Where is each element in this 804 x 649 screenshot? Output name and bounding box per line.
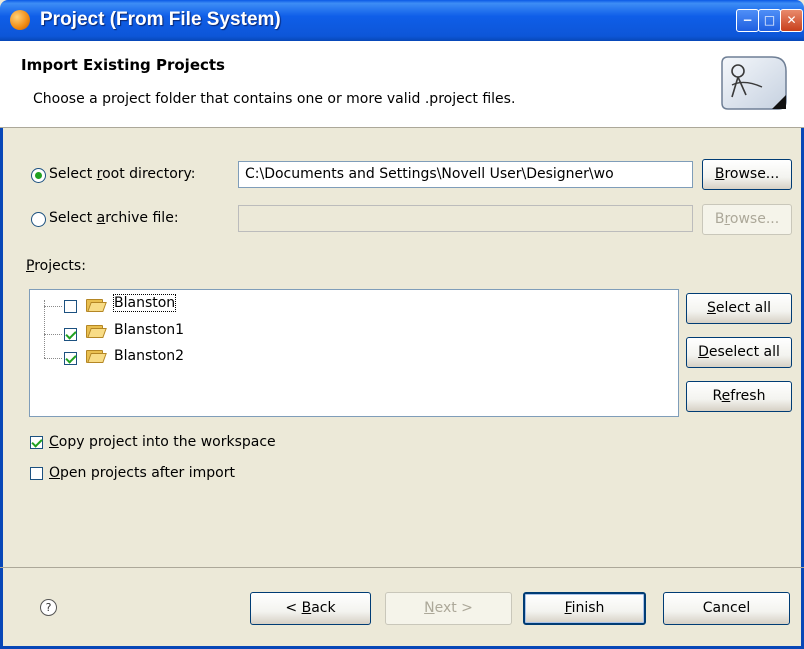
- deselect-all-button[interactable]: Deselect all: [686, 337, 792, 368]
- wizard-banner: Import Existing Projects Choose a projec…: [0, 41, 804, 128]
- root-directory-label[interactable]: Select root directory:: [49, 166, 196, 182]
- tree-connector: [44, 334, 62, 335]
- accelerator-key: B: [714, 166, 725, 182]
- label-text: rojects:: [34, 258, 86, 274]
- label-text: owse...: [729, 211, 780, 227]
- label-text: opy project into the workspace: [58, 434, 276, 450]
- folder-icon: [86, 324, 107, 338]
- label-text: elect all: [715, 300, 771, 316]
- archive-file-input[interactable]: [238, 205, 693, 232]
- archive-file-label[interactable]: Select archive file:: [49, 210, 179, 226]
- tree-connector: [44, 306, 62, 307]
- label-text: rowse...: [724, 166, 780, 182]
- label-text: rchive file:: [105, 210, 179, 226]
- accelerator-key: C: [49, 434, 59, 450]
- cancel-button[interactable]: Cancel: [663, 592, 790, 625]
- window-title: Project (From File System): [40, 9, 281, 30]
- accelerator-key: N: [424, 600, 435, 616]
- label-text: ack: [311, 600, 336, 616]
- project-checkbox[interactable]: [64, 300, 77, 313]
- window-border-left: [0, 41, 3, 647]
- title-bar[interactable]: Project (From File System) − □ ✕: [0, 0, 804, 41]
- project-name: Blanston: [112, 294, 177, 312]
- project-name: Blanston1: [114, 322, 185, 338]
- projects-tree[interactable]: Blanston Blanston1 Blanston2: [29, 289, 679, 417]
- next-button[interactable]: Next >: [385, 592, 512, 625]
- tree-connector: [44, 358, 62, 359]
- open-after-import-label[interactable]: Open projects after import: [49, 465, 235, 481]
- projects-label: Projects:: [26, 258, 86, 274]
- accelerator-key: S: [706, 300, 716, 316]
- copy-into-workspace-label[interactable]: Copy project into the workspace: [49, 434, 276, 450]
- wizard-page-description: Choose a project folder that contains on…: [33, 91, 516, 107]
- label-text: ext >: [434, 600, 473, 616]
- label-text: eselect all: [708, 344, 780, 360]
- accelerator-key: B: [301, 600, 312, 616]
- select-all-button[interactable]: Select all: [686, 293, 792, 324]
- label-text: inish: [571, 600, 605, 616]
- label-text: pen projects after import: [60, 465, 235, 481]
- project-checkbox[interactable]: [64, 352, 77, 365]
- label-text: oot directory:: [102, 166, 196, 182]
- accelerator-key: e: [721, 388, 731, 404]
- accelerator-key: P: [26, 258, 35, 274]
- label-text: Select: [49, 210, 97, 226]
- label-text: Select: [49, 166, 97, 182]
- wizard-page-title: Import Existing Projects: [21, 56, 225, 74]
- folder-icon: [86, 349, 107, 363]
- archive-file-radio[interactable]: [31, 212, 46, 227]
- help-icon[interactable]: ?: [40, 599, 57, 616]
- back-button[interactable]: < Back: [250, 592, 371, 625]
- tree-connector: [44, 300, 45, 358]
- root-directory-radio[interactable]: [31, 168, 46, 183]
- maximize-button[interactable]: □: [758, 9, 781, 32]
- finish-button[interactable]: Finish: [523, 592, 646, 625]
- footer-separator: [0, 567, 804, 568]
- accelerator-key: O: [49, 465, 61, 481]
- label-text: fresh: [730, 388, 766, 404]
- import-wizard-icon: [721, 56, 787, 110]
- browse-archive-button[interactable]: Browse...: [702, 204, 792, 235]
- minimize-button[interactable]: −: [736, 9, 759, 32]
- refresh-button[interactable]: Refresh: [686, 381, 792, 412]
- browse-root-button[interactable]: Browse...: [702, 159, 792, 190]
- accelerator-key: F: [564, 600, 572, 616]
- accelerator-key: D: [698, 344, 709, 360]
- label-text: B: [714, 211, 725, 227]
- root-directory-input[interactable]: C:\Documents and Settings\Novell User\De…: [238, 161, 693, 188]
- folder-icon: [86, 298, 107, 312]
- project-checkbox[interactable]: [64, 328, 77, 341]
- close-button[interactable]: ✕: [780, 9, 803, 32]
- accelerator-key: a: [96, 210, 106, 226]
- copy-into-workspace-checkbox[interactable]: [30, 436, 43, 449]
- label-text: R: [712, 388, 722, 404]
- app-icon: [10, 10, 30, 30]
- label-text: <: [285, 600, 302, 616]
- open-after-import-checkbox[interactable]: [30, 467, 43, 480]
- project-name: Blanston2: [114, 348, 185, 364]
